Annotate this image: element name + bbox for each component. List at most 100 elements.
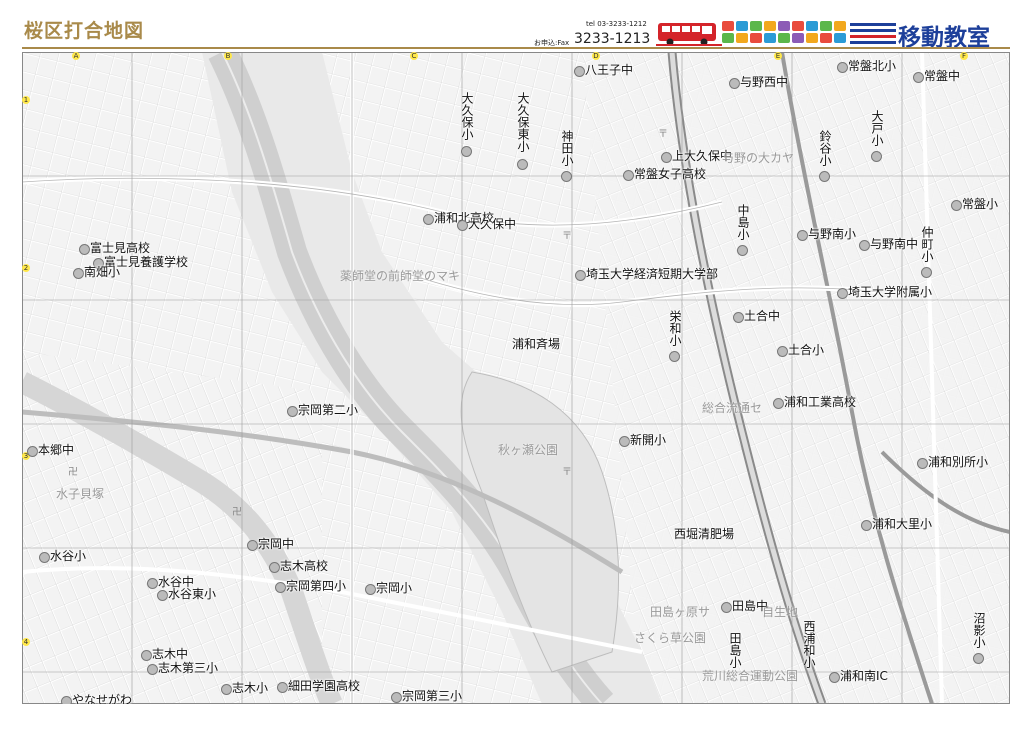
map-label-okubo-sho[interactable]: 大久保小 <box>460 92 474 140</box>
map-label-tokiwa-chu[interactable]: 常盤中 <box>924 70 960 83</box>
map-label-kanda-sho[interactable]: 神田小 <box>560 130 574 166</box>
map-label-hosoda-gakuen[interactable]: 細田学園高校 <box>288 680 360 693</box>
map-label-tokiwa-sho[interactable]: 常盤小 <box>962 198 998 211</box>
map-label-okubo-chu[interactable]: 大久保中 <box>468 218 516 231</box>
map-label-munaoka-dai4[interactable]: 宗岡第四小 <box>286 580 346 593</box>
map-label-shiki-dai3[interactable]: 志木第三小 <box>158 662 218 675</box>
map-label-yanasegawa[interactable]: やなせがわ <box>72 694 132 705</box>
map-label-yakushido[interactable]: 薬師堂の前師堂のマキ <box>340 270 460 283</box>
map-label-tajima-sho[interactable]: 田島小 <box>728 632 742 668</box>
page-title: 桜区打合地図 <box>24 20 145 42</box>
bus-icon <box>656 23 722 46</box>
map-label-fujimi-hs[interactable]: 富士見高校 <box>90 242 150 255</box>
tel-number: tel 03-3233-1212 <box>586 20 647 28</box>
map-label-okubo-higashi-sho[interactable]: 大久保東小 <box>516 92 530 152</box>
map-label-saitama-univ-junior[interactable]: 埼玉大学経済短期大学部 <box>586 268 718 281</box>
map-label-yono-nishi-chu[interactable]: 与野西中 <box>740 76 788 89</box>
school-dot-icon <box>269 562 280 573</box>
grid-letter: D <box>592 52 600 60</box>
map-label-shiki-hs[interactable]: 志木高校 <box>280 560 328 573</box>
map-label-arakawa-sogo[interactable]: 荒川総合運動公園 <box>702 670 798 683</box>
map-label-akigase-park[interactable]: 秋ヶ瀬公園 <box>498 444 558 457</box>
map-label-tsuchiai-chu[interactable]: 土合中 <box>744 310 780 323</box>
header: 桜区打合地図 tel 03-3233-1212 お申込:Fax 3233-121… <box>0 0 1032 51</box>
school-dot-icon <box>275 582 286 593</box>
map-label-mizutani-higashi[interactable]: 水谷東小 <box>168 588 216 601</box>
school-dot-icon <box>365 584 376 595</box>
map-label-minami-hata-sho[interactable]: 南畑小 <box>84 266 120 279</box>
map-label-munaoka-chu[interactable]: 宗岡中 <box>258 538 294 551</box>
map-label-yono-minami-chu[interactable]: 与野南中 <box>870 238 918 251</box>
map-label-munaoka-sho[interactable]: 宗岡小 <box>376 582 412 595</box>
map-label-saitama-univ-sho[interactable]: 埼玉大学附属小 <box>848 286 932 299</box>
map-label-urawa-minami-ic[interactable]: 浦和南IC <box>840 670 888 683</box>
school-dot-icon <box>147 578 158 589</box>
map-label-hongo-chu[interactable]: 本郷中 <box>38 444 74 457</box>
school-dot-icon <box>721 602 732 613</box>
map-label-shiki-sho[interactable]: 志木小 <box>232 682 268 695</box>
school-dot-icon <box>871 151 882 162</box>
school-dot-icon <box>797 230 808 241</box>
school-dot-icon <box>247 540 258 551</box>
map-label-suzuya-sho[interactable]: 鈴谷小 <box>818 130 832 166</box>
school-dot-icon <box>157 590 168 601</box>
map-label-tokiwa-joshi[interactable]: 常盤女子高校 <box>634 168 706 181</box>
school-dot-icon <box>623 170 634 181</box>
school-dot-icon <box>287 406 298 417</box>
school-dot-icon <box>221 684 232 695</box>
school-dot-icon <box>773 398 784 409</box>
map-label-ooto-sho[interactable]: 大戸小 <box>870 110 884 146</box>
map-label-tokiwa-kita-sho[interactable]: 常盤北小 <box>848 60 896 73</box>
map-label-urawa-ohsato[interactable]: 浦和大里小 <box>872 518 932 531</box>
school-dot-icon <box>973 653 984 664</box>
school-dot-icon <box>423 214 434 225</box>
category-icons <box>722 21 848 45</box>
map-label-naka-machi-sho[interactable]: 仲町小 <box>920 226 934 262</box>
school-dot-icon <box>61 696 72 704</box>
school-dot-icon <box>837 62 848 73</box>
map-label-shiki-chu[interactable]: 志木中 <box>152 648 188 661</box>
grid-letter: F <box>960 52 968 60</box>
school-dot-icon <box>277 682 288 693</box>
map-label-hachioji-chu[interactable]: 八王子中 <box>585 64 633 77</box>
header-divider <box>22 47 1010 49</box>
map-label-urawa-besho[interactable]: 浦和別所小 <box>928 456 988 469</box>
map-label-urawa-kogyo[interactable]: 浦和工業高校 <box>784 396 856 409</box>
school-dot-icon <box>79 244 90 255</box>
map-label-nishi-urawa-sho[interactable]: 西浦和小 <box>802 620 816 668</box>
school-dot-icon <box>861 520 872 531</box>
grid-letter: B <box>224 52 232 60</box>
map-label-tsuchiai-sho[interactable]: 土合小 <box>788 344 824 357</box>
map-label-urawa-saijo[interactable]: 浦和斉場 <box>512 338 560 351</box>
school-dot-icon <box>921 267 932 278</box>
map-label-sakae-sho[interactable]: 栄和小 <box>668 310 682 346</box>
post-office-icon: 〒 <box>562 467 572 478</box>
map-label-nakajima-sho[interactable]: 中島小 <box>736 204 750 240</box>
grid-letter: E <box>774 52 782 60</box>
school-dot-icon <box>517 159 528 170</box>
map[interactable]: A B C D E F 1 2 3 4 卍 卍 〒 〒 〒 八王子中 与野西中 常盤… <box>22 52 1010 704</box>
post-office-icon: 〒 <box>658 129 668 140</box>
school-dot-icon <box>737 245 748 256</box>
map-label-tajima-ga-hara[interactable]: 田島ヶ原サ <box>650 606 710 619</box>
map-label-mizuko-kaizuka[interactable]: 水子貝塚 <box>56 488 104 501</box>
map-label-yono-daiba[interactable]: 与野の大カヤ <box>722 152 794 165</box>
map-label-sogo-ryutsu[interactable]: 総合流通セ <box>702 402 762 415</box>
school-dot-icon <box>661 152 672 163</box>
map-label-sakurasou-park[interactable]: さくら草公園 <box>634 632 706 645</box>
map-label-munaoka-dai3[interactable]: 宗岡第三小 <box>402 690 462 703</box>
map-label-yono-minami-sho[interactable]: 与野南小 <box>808 228 856 241</box>
map-label-mizutani-sho[interactable]: 水谷小 <box>50 550 86 563</box>
map-label-shinkai-sho[interactable]: 新開小 <box>630 434 666 447</box>
grid-number: 4 <box>22 638 30 646</box>
map-label-munaoka-dai2[interactable]: 宗岡第二小 <box>298 404 358 417</box>
school-dot-icon <box>73 268 84 279</box>
school-dot-icon <box>147 664 158 675</box>
map-label-nishibori[interactable]: 西堀清肥場 <box>674 528 734 541</box>
school-dot-icon <box>729 78 740 89</box>
school-dot-icon <box>619 436 630 447</box>
map-label-jisei[interactable]: 自生地 <box>762 606 798 619</box>
map-label-numakage-sho[interactable]: 沼影小 <box>972 612 986 648</box>
temple-icon: 卍 <box>232 507 242 518</box>
school-dot-icon <box>951 200 962 211</box>
